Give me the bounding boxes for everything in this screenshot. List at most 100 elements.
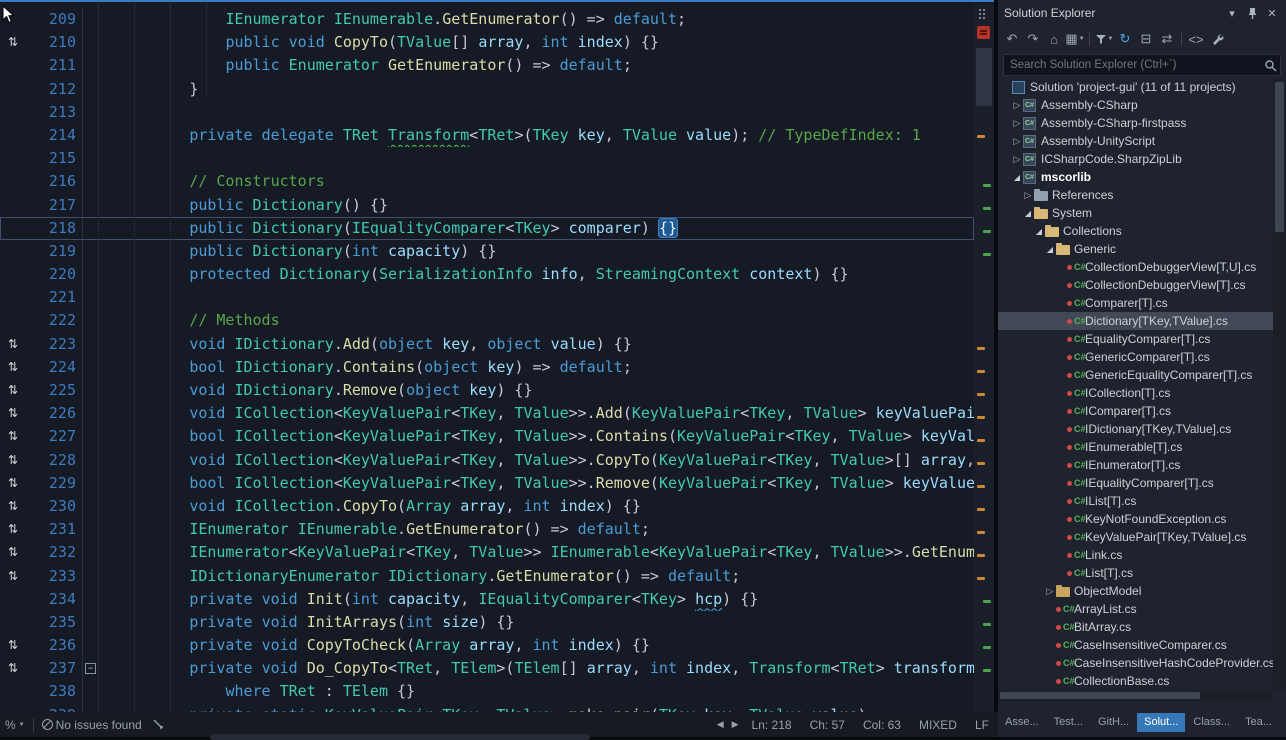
tree-item[interactable]: C#Comparer[T].cs [998, 294, 1273, 312]
code-line[interactable]: ⇅232 IEnumerator<KeyValuePair<TKey, TVal… [0, 541, 974, 564]
sync-with-active-document-icon[interactable]: ⇄ [1157, 29, 1177, 49]
code-text[interactable]: public Dictionary() {} [99, 194, 974, 217]
line-number[interactable]: 229 [26, 472, 82, 495]
pending-changes-filter-icon[interactable]: ▼ [1094, 29, 1114, 49]
solution-explorer-titlebar[interactable]: Solution Explorer ▾ ✕ [998, 0, 1286, 26]
code-line[interactable]: 219 public Dictionary(int capacity) {} [0, 240, 974, 263]
code-line[interactable]: ⇅223 void IDictionary.Add(object key, ob… [0, 333, 974, 356]
line-number[interactable]: 212 [26, 78, 82, 101]
line-number[interactable]: 210 [26, 31, 82, 54]
search-input[interactable] [1004, 59, 1260, 71]
tree-item[interactable]: C#GenericEqualityComparer[T].cs [998, 366, 1273, 384]
tree-item[interactable]: ▷C#ICSharpCode.SharpZipLib [998, 150, 1273, 168]
tree-item[interactable]: C#Dictionary[TKey,TValue].cs [998, 312, 1273, 330]
vertical-scrollbar[interactable] [974, 4, 994, 712]
breakpoint-margin[interactable] [0, 194, 26, 217]
code-text[interactable]: public Enumerator GetEnumerator() => def… [99, 54, 974, 77]
expanded-arrow-icon[interactable]: ◢ [1022, 209, 1034, 218]
breakpoint-margin[interactable] [0, 611, 26, 634]
code-text[interactable]: IEnumerator IEnumerable.GetEnumerator() … [99, 8, 974, 31]
panel-vertical-scrollbar[interactable] [1273, 78, 1286, 690]
tree-item[interactable]: C#CaseInsensitiveComparer.cs [998, 636, 1273, 654]
scroll-left-icon[interactable]: ◀ [713, 719, 728, 730]
line-number[interactable]: 226 [26, 402, 82, 425]
code-text[interactable]: bool ICollection<KeyValuePair<TKey, TVal… [99, 425, 974, 448]
tree-item[interactable]: ◢Generic [998, 240, 1273, 258]
error-indicator-icon[interactable] [977, 26, 990, 39]
tree-item[interactable]: C#ArrayList.cs [998, 600, 1273, 618]
tree-item[interactable]: ▷C#Assembly-CSharp-firstpass [998, 114, 1273, 132]
line-number[interactable]: 214 [26, 124, 82, 147]
tree-item[interactable]: C#CaseInsensitiveHashCodeProvider.cs [998, 654, 1273, 672]
code-text[interactable]: IDictionaryEnumerator IDictionary.GetEnu… [99, 565, 974, 588]
tree-item[interactable]: ◢Collections [998, 222, 1273, 240]
tree-item[interactable]: ◢System [998, 204, 1273, 222]
breakpoint-margin[interactable] [0, 217, 26, 240]
code-text[interactable]: bool IDictionary.Contains(object key) =>… [99, 356, 974, 379]
breakpoint-margin[interactable] [0, 170, 26, 193]
line-number[interactable]: 238 [26, 680, 82, 703]
line-number[interactable]: 236 [26, 634, 82, 657]
tree-item[interactable]: C#IList[T].cs [998, 492, 1273, 510]
breakpoint-margin[interactable] [0, 680, 26, 703]
code-line[interactable]: 234 private void Init(int capacity, IEqu… [0, 588, 974, 611]
code-line[interactable]: 221 [0, 286, 974, 309]
line-number[interactable]: 225 [26, 379, 82, 402]
code-text[interactable]: bool ICollection<KeyValuePair<TKey, TVal… [99, 472, 974, 495]
scrollbar-thumb[interactable] [1275, 82, 1284, 232]
code-text[interactable]: void ICollection<KeyValuePair<TKey, TVal… [99, 402, 974, 425]
expanded-arrow-icon[interactable]: ◢ [1011, 173, 1023, 182]
tree-item[interactable]: C#Link.cs [998, 546, 1273, 564]
code-line[interactable]: 220 protected Dictionary(SerializationIn… [0, 263, 974, 286]
code-text[interactable]: private void InitArrays(int size) {} [99, 611, 974, 634]
code-text[interactable]: private delegate TRet Transform<TRet>(TK… [99, 124, 974, 147]
line-number[interactable]: 216 [26, 170, 82, 193]
tree-item[interactable]: C#IEnumerator[T].cs [998, 456, 1273, 474]
implements-icon[interactable]: ⇅ [0, 565, 26, 588]
collapsed-arrow-icon[interactable]: ▷ [1011, 118, 1023, 129]
search-box[interactable] [1003, 54, 1281, 76]
code-text[interactable]: public void CopyTo(TValue[] array, int i… [99, 31, 974, 54]
collapsed-arrow-icon[interactable]: ▷ [1011, 154, 1023, 165]
back-icon[interactable]: ↶ [1002, 29, 1022, 49]
tree-item[interactable]: C#List[T].cs [998, 564, 1273, 582]
tree-item[interactable]: C#ICollection[T].cs [998, 384, 1273, 402]
code-text[interactable]: void ICollection<KeyValuePair<TKey, TVal… [99, 449, 974, 472]
implements-icon[interactable]: ⇅ [0, 657, 26, 680]
tree-item[interactable]: C#EqualityComparer[T].cs [998, 330, 1273, 348]
eol-indicator[interactable]: LF [966, 718, 998, 732]
tree-item[interactable]: C#CollectionBase.cs [998, 672, 1273, 690]
line-number[interactable]: 237 [26, 657, 82, 680]
code-line[interactable]: 214 private delegate TRet Transform<TRet… [0, 124, 974, 147]
tool-window-tab-asse[interactable]: Asse... [998, 713, 1046, 732]
code-line[interactable]: ⇅237− private void Do_CopyTo<TRet, TElem… [0, 657, 974, 680]
code-line[interactable]: 212 } [0, 78, 974, 101]
code-text[interactable]: public Dictionary(IEqualityComparer<TKey… [99, 217, 974, 240]
line-number[interactable]: 220 [26, 263, 82, 286]
document-health-indicator[interactable]: No issues found [37, 718, 147, 732]
code-line[interactable]: ⇅229 bool ICollection<KeyValuePair<TKey,… [0, 472, 974, 495]
tree-item[interactable]: ▷C#Assembly-UnityScript [998, 132, 1273, 150]
breakpoint-margin[interactable] [0, 124, 26, 147]
breakpoint-margin[interactable] [0, 240, 26, 263]
tool-window-tab-test[interactable]: Test... [1047, 713, 1090, 732]
scrollbar-thumb[interactable] [1000, 692, 1200, 699]
tree-item[interactable]: C#BitArray.cs [998, 618, 1273, 636]
code-line[interactable]: 216 // Constructors [0, 170, 974, 193]
line-number[interactable]: 223 [26, 333, 82, 356]
code-line[interactable]: 238 where TRet : TElem {} [0, 680, 974, 703]
code-text[interactable]: void ICollection.CopyTo(Array array, int… [99, 495, 974, 518]
code-text[interactable] [99, 101, 974, 124]
collapsed-arrow-icon[interactable]: ▷ [1011, 136, 1023, 147]
code-line[interactable]: 235 private void InitArrays(int size) {} [0, 611, 974, 634]
expanded-arrow-icon[interactable]: ◢ [1033, 227, 1045, 236]
code-line[interactable]: ⇅210 public void CopyTo(TValue[] array, … [0, 31, 974, 54]
code-line[interactable]: 222 // Methods [0, 309, 974, 332]
tool-window-tab-gith[interactable]: GitH... [1091, 713, 1136, 732]
close-icon[interactable]: ✕ [1262, 4, 1282, 22]
zoom-control[interactable]: % ▼ [0, 718, 30, 732]
tree-item[interactable]: ◢C#mscorlib [998, 168, 1273, 186]
code-line[interactable]: ⇅227 bool ICollection<KeyValuePair<TKey,… [0, 425, 974, 448]
home-icon[interactable]: ⌂ [1044, 29, 1064, 49]
implements-icon[interactable]: ⇅ [0, 495, 26, 518]
